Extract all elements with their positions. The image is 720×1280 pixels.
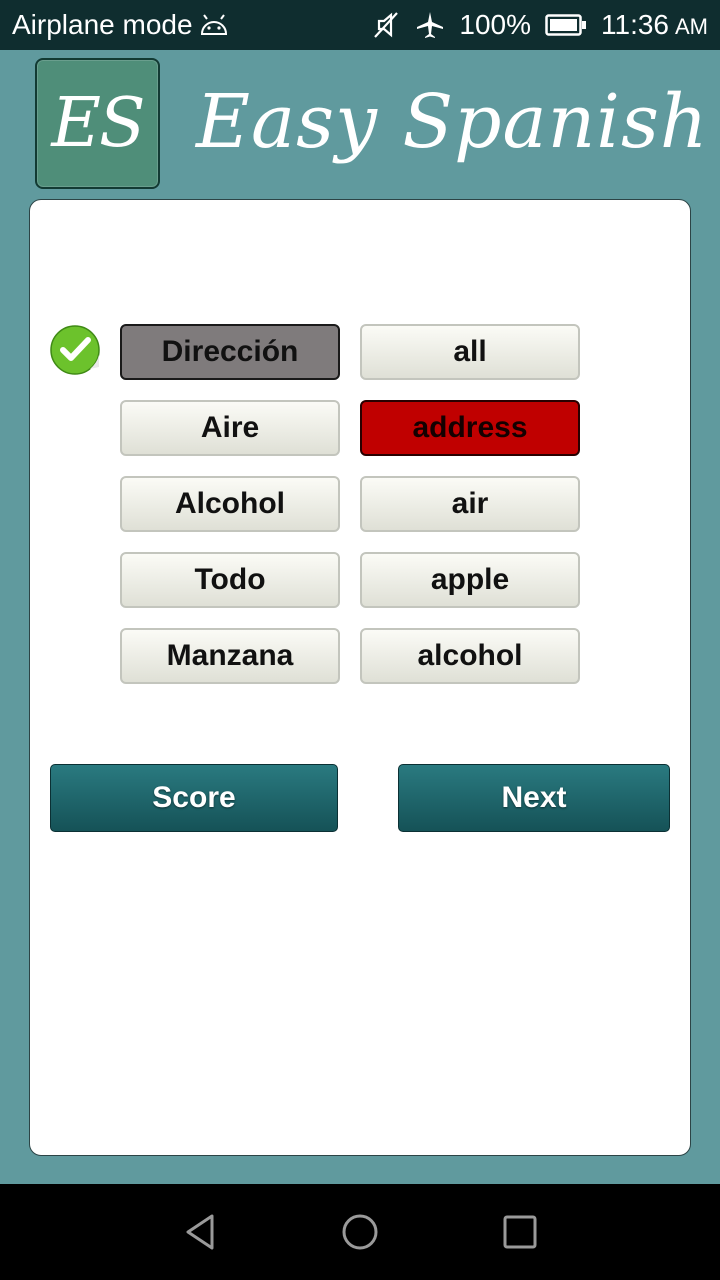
status-right: 100% 11:36 AM xyxy=(371,9,708,41)
english-word-button-1[interactable]: all xyxy=(360,324,580,380)
spanish-word-button-2[interactable]: Aire xyxy=(120,400,340,456)
mute-icon xyxy=(374,12,399,38)
spanish-word-button-1[interactable]: Dirección xyxy=(120,324,340,380)
quiz-card: Dirección Aire Alcohol Todo Manzana all … xyxy=(29,199,691,1156)
battery-percent: 100% xyxy=(459,9,531,40)
battery-icon xyxy=(545,14,586,36)
android-icon xyxy=(200,14,227,35)
home-icon[interactable] xyxy=(340,1212,380,1252)
app-logo: ES xyxy=(35,58,160,189)
status-left: Airplane mode xyxy=(12,9,229,41)
spanish-word-button-5[interactable]: Manzana xyxy=(120,628,340,684)
english-word-button-5[interactable]: alcohol xyxy=(360,628,580,684)
score-button[interactable]: Score xyxy=(50,764,338,832)
spanish-word-button-4[interactable]: Todo xyxy=(120,552,340,608)
next-button[interactable]: Next xyxy=(398,764,670,832)
clock: 11:36 AM xyxy=(601,9,708,41)
back-icon[interactable] xyxy=(180,1212,220,1252)
app-title: Easy Spanish xyxy=(196,79,709,165)
english-word-button-4[interactable]: apple xyxy=(360,552,580,608)
navigation-bar xyxy=(0,1184,720,1280)
english-word-button-3[interactable]: air xyxy=(360,476,580,532)
check-icon xyxy=(50,325,100,375)
clock-time: 11:36 xyxy=(601,9,669,40)
recent-apps-icon[interactable] xyxy=(500,1212,540,1252)
airplane-mode-label: Airplane mode xyxy=(12,9,193,40)
app-header: ES Easy Spanish xyxy=(0,50,720,198)
spanish-word-button-3[interactable]: Alcohol xyxy=(120,476,340,532)
airplane-icon xyxy=(417,12,444,38)
status-bar: Airplane mode 100% 11:36 AM xyxy=(0,0,720,50)
english-word-button-2[interactable]: address xyxy=(360,400,580,456)
clock-ampm: AM xyxy=(675,14,708,39)
